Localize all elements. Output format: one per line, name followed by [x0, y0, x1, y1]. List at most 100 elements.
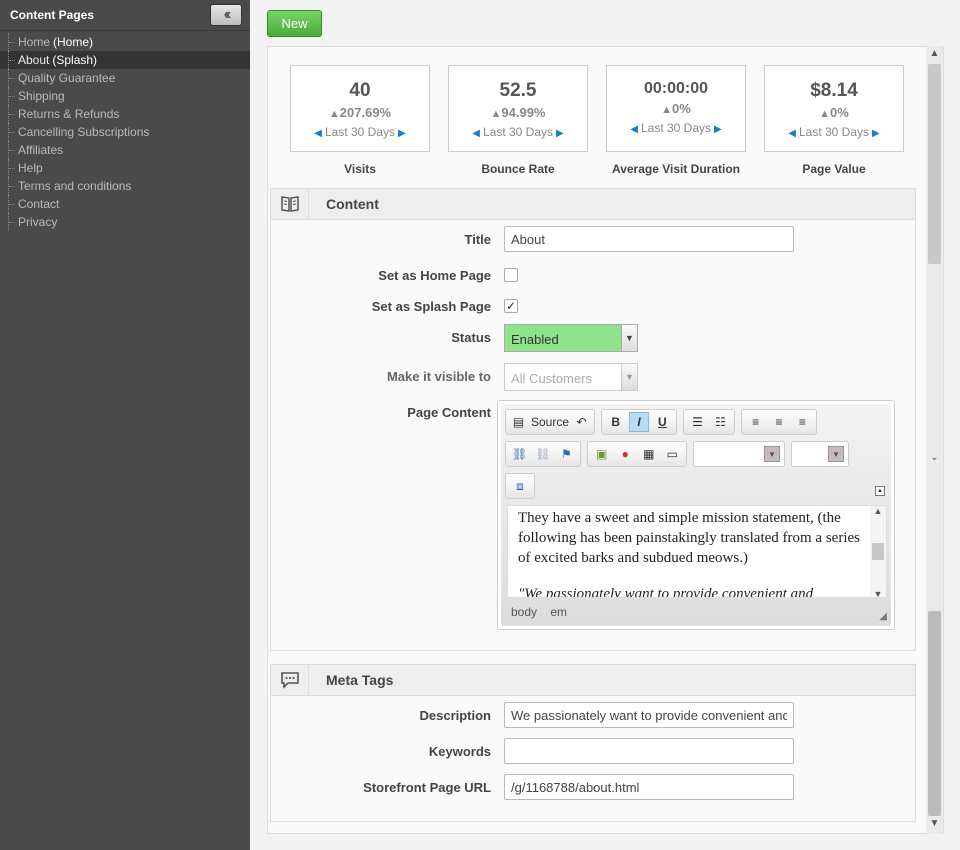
path-item[interactable]: em: [550, 605, 567, 619]
meta-tags-section: Meta Tags Description Keywords Storefron…: [270, 664, 916, 822]
sidebar-item-label: Contact: [18, 197, 60, 211]
arrow-right-icon[interactable]: ▶: [556, 128, 564, 139]
align-center-icon[interactable]: ≡: [769, 412, 788, 432]
maximize-icon[interactable]: ⧈: [510, 476, 530, 496]
scroll-up-icon[interactable]: ▲: [870, 506, 886, 516]
triangle-up-icon: ▲: [819, 108, 831, 120]
scroll-thumb[interactable]: [928, 64, 941, 264]
link-icon[interactable]: ⛓: [510, 444, 529, 464]
editor-scrollbar[interactable]: ▲ ▼: [870, 506, 886, 597]
keywords-input[interactable]: [504, 738, 794, 764]
scroll-down-icon[interactable]: ▼: [870, 589, 886, 597]
stat-average-visit-duration: 00:00:00 ▲0% ◀ Last 30 Days ▶ Average Visi…: [606, 65, 746, 176]
resize-handle-icon[interactable]: ◢: [879, 611, 887, 622]
stat-value: $8.14: [810, 80, 858, 101]
chevron-down-icon: ▼: [828, 446, 844, 462]
arrow-right-icon[interactable]: ▶: [398, 128, 406, 139]
sidebar-item-about[interactable]: About (Splash): [0, 51, 250, 69]
scroll-track-lower[interactable]: [928, 611, 941, 816]
align-group: ≡ ≡ ≡: [741, 409, 817, 435]
stat-period-label: Last 30 Days: [798, 125, 870, 139]
numbered-list-icon[interactable]: ☰: [688, 412, 707, 432]
flash-icon[interactable]: ●: [616, 444, 636, 464]
home-page-checkbox[interactable]: [504, 268, 518, 282]
splash-page-row: Set as Splash Page ✓: [271, 293, 917, 319]
editor-content-area[interactable]: They have a sweet and simple mission sta…: [507, 505, 887, 598]
home-page-label: Set as Home Page: [378, 268, 491, 283]
stat-box: 52.5 ▲94.99% ◀ Last 30 Days ▶: [448, 65, 588, 152]
scroll-thumb[interactable]: [872, 543, 884, 560]
sidebar-item-quality-guarantee[interactable]: Quality Guarantee: [0, 69, 250, 87]
stat-label: Bounce Rate: [481, 162, 555, 176]
visibility-select[interactable]: All Customers ▼: [504, 363, 638, 391]
underline-button[interactable]: U: [653, 412, 672, 432]
sidebar-item-terms[interactable]: Terms and conditions: [0, 177, 250, 195]
arrow-left-icon[interactable]: ◀: [788, 128, 796, 139]
sidebar-item-privacy[interactable]: Privacy: [0, 213, 250, 231]
source-button[interactable]: Source: [531, 415, 569, 429]
rich-text-editor: ▤ Source ↶ B I U ☰ ☷ ≡ ≡ ≡ ⛓ ⛓ ⚑ ▣ ● ▦ ▭…: [497, 400, 895, 630]
stat-period-label: Last 30 Days: [324, 125, 396, 139]
page-content-label: Page Content: [407, 405, 491, 420]
bold-button[interactable]: B: [606, 412, 625, 432]
unlink-icon[interactable]: ⛓: [533, 444, 552, 464]
arrow-right-icon[interactable]: ▶: [872, 128, 880, 139]
scroll-up-icon[interactable]: ▲: [926, 46, 943, 62]
italic-button[interactable]: I: [629, 412, 649, 432]
horizontal-rule-icon[interactable]: ▭: [663, 444, 683, 464]
description-input[interactable]: [504, 702, 794, 728]
align-left-icon[interactable]: ≡: [746, 412, 765, 432]
visibility-label: Make it visible to: [386, 369, 491, 384]
bulleted-list-icon[interactable]: ☷: [711, 412, 730, 432]
stat-period-label: Last 30 Days: [482, 125, 554, 139]
triangle-up-icon: ▲: [328, 108, 340, 120]
table-icon[interactable]: ▦: [639, 444, 659, 464]
arrow-left-icon[interactable]: ◀: [314, 128, 322, 139]
splash-page-checkbox[interactable]: ✓: [504, 299, 518, 313]
insert-group: ▣ ● ▦ ▭: [587, 441, 687, 467]
sidebar-item-cancelling-subscriptions[interactable]: Cancelling Subscriptions: [0, 123, 250, 141]
path-item[interactable]: body: [511, 605, 537, 619]
description-row: Description: [271, 702, 917, 728]
arrow-left-icon[interactable]: ◀: [630, 124, 638, 135]
sidebar-item-contact[interactable]: Contact: [0, 195, 250, 213]
sidebar-item-help[interactable]: Help: [0, 159, 250, 177]
collapse-toolbar-icon[interactable]: ▲: [875, 486, 885, 496]
sidebar-item-returns-refunds[interactable]: Returns & Refunds: [0, 105, 250, 123]
scroll-chevron-icon[interactable]: ⌄: [926, 450, 943, 466]
align-right-icon[interactable]: ≡: [793, 412, 812, 432]
new-button[interactable]: New: [267, 10, 322, 37]
double-chevron-left-icon: ‹‹: [223, 6, 231, 23]
sidebar-item-tag: (Home): [53, 35, 94, 49]
stat-period-label: Last 30 Days: [640, 121, 712, 135]
sidebar-item-shipping[interactable]: Shipping: [0, 87, 250, 105]
sidebar-item-home[interactable]: Home (Home): [0, 33, 250, 51]
sidebar-item-label: Privacy: [18, 215, 58, 229]
editor-text: They have a sweet and simple mission sta…: [508, 506, 886, 597]
stat-box: $8.14 ▲0% ◀ Last 30 Days ▶: [764, 65, 904, 152]
undo-icon[interactable]: ↶: [573, 412, 590, 432]
main-scrollbar[interactable]: ▲ ⌄ ▼: [926, 46, 943, 834]
speech-bubble-icon: [271, 664, 309, 696]
size-combo[interactable]: ▼: [791, 441, 849, 467]
url-input[interactable]: [504, 774, 794, 800]
stat-box: 00:00:00 ▲0% ◀ Last 30 Days ▶: [606, 65, 746, 152]
home-page-row: Set as Home Page: [271, 262, 917, 288]
section-title: Content: [326, 196, 379, 212]
stat-change: ▲94.99%: [449, 105, 587, 120]
scroll-down-icon[interactable]: ▼: [926, 816, 943, 832]
format-combo[interactable]: ▼: [693, 441, 785, 467]
stat-label: Visits: [344, 162, 376, 176]
content-section-header: Content: [271, 188, 915, 220]
sidebar-item-affiliates[interactable]: Affiliates: [0, 141, 250, 159]
status-select[interactable]: Enabled ▼: [504, 324, 638, 352]
arrow-left-icon[interactable]: ◀: [472, 128, 480, 139]
title-input[interactable]: [504, 226, 794, 252]
collapse-sidebar-button[interactable]: ‹‹: [210, 4, 242, 26]
sidebar-item-label: Affiliates: [18, 143, 64, 157]
content-section: Content Title Set as Home Page Set as Sp…: [270, 188, 916, 651]
image-icon[interactable]: ▣: [592, 444, 612, 464]
arrow-right-icon[interactable]: ▶: [714, 124, 722, 135]
anchor-flag-icon[interactable]: ⚑: [557, 444, 576, 464]
meta-tags-header: Meta Tags: [271, 664, 915, 696]
